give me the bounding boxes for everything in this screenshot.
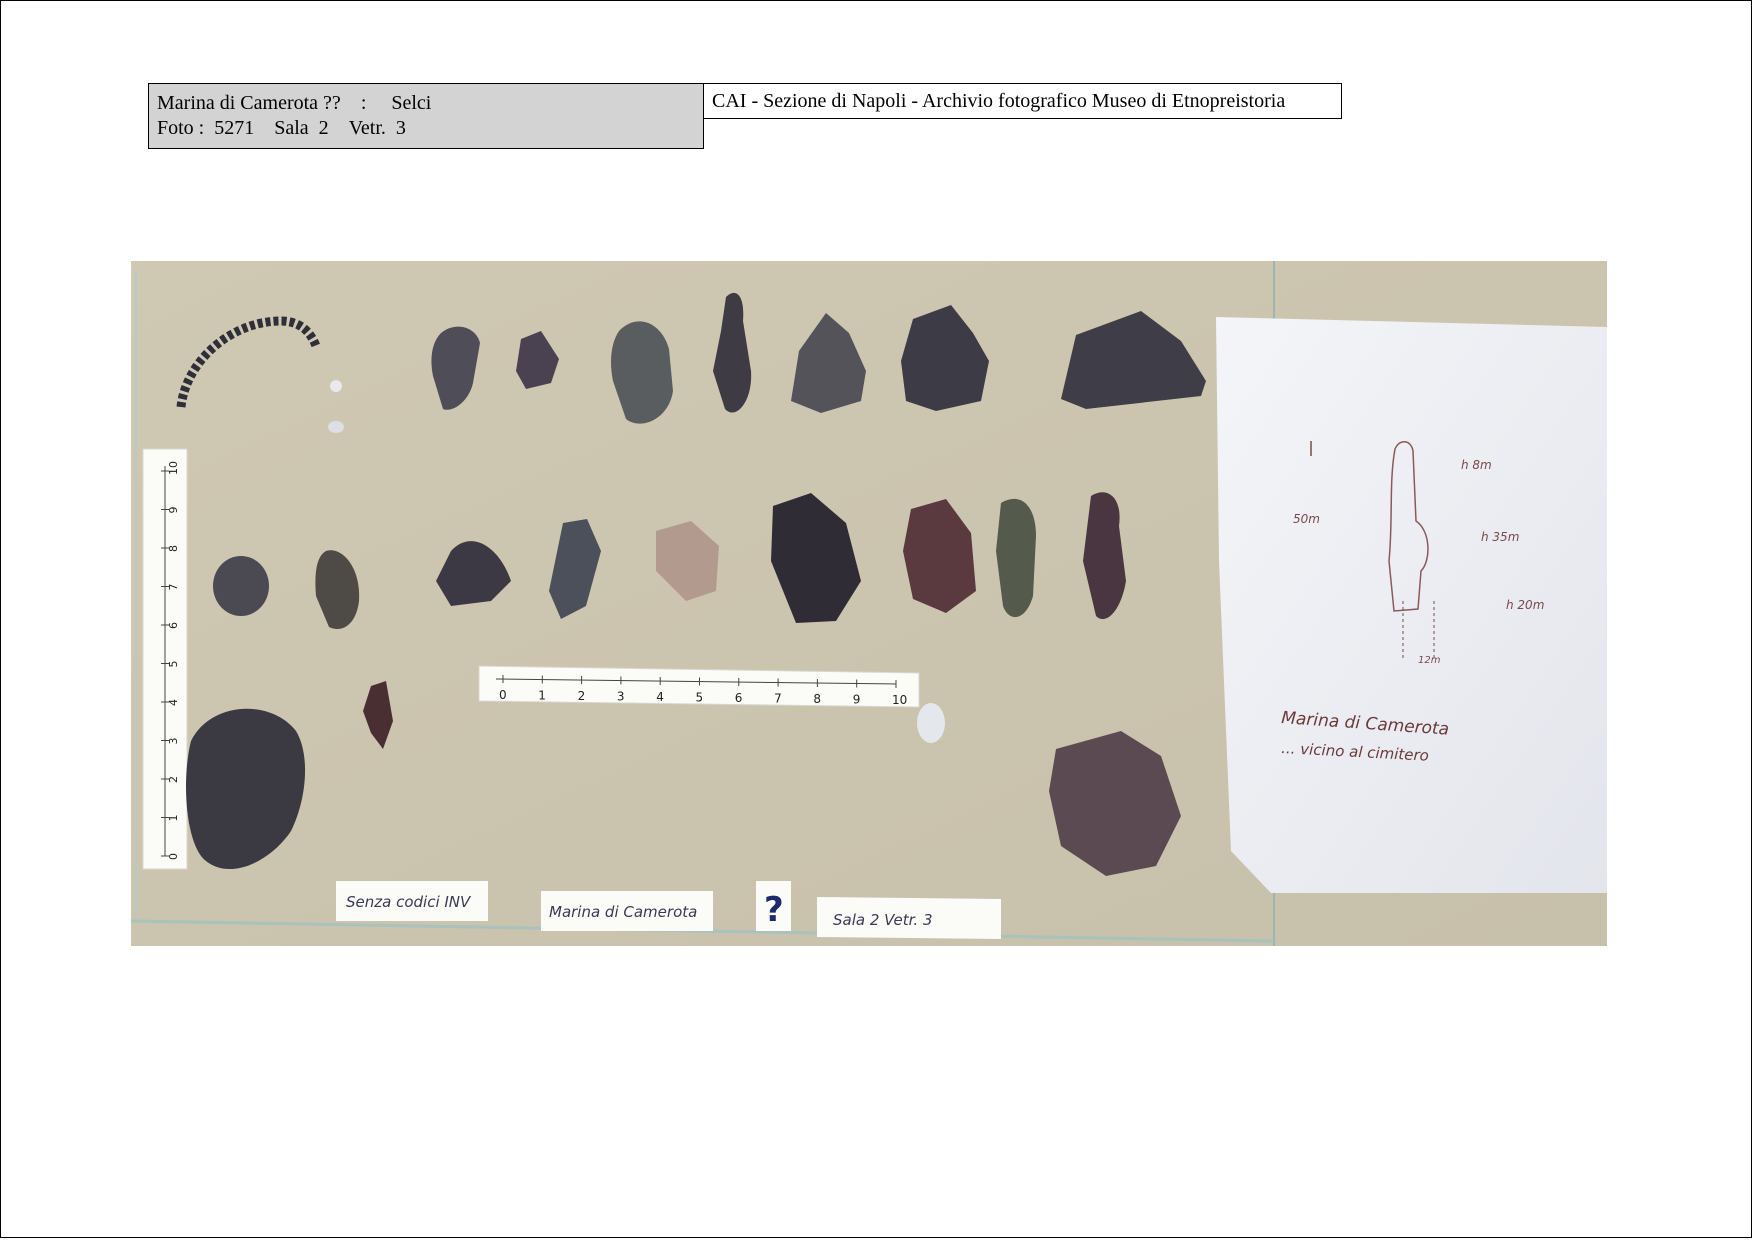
small-glass-fragment xyxy=(330,380,342,392)
archive-title: CAI - Sezione di Napoli - Archivio fotog… xyxy=(712,90,1286,112)
v-ruler-tick-label: 5 xyxy=(167,661,180,668)
caption-line-site: Marina di Camerota ?? : Selci xyxy=(157,91,695,116)
label-sala-text: Sala 2 Vetr. 3 xyxy=(833,911,933,929)
h-ruler-tick-label: 7 xyxy=(774,692,782,706)
v-ruler-tick-label: 6 xyxy=(167,622,180,629)
note-dim-h35: h 35m xyxy=(1481,530,1519,544)
sala-label: Sala 2 xyxy=(274,117,329,139)
handwritten-note: h 8m h 35m h 20m 50m 12m Marina di Camer… xyxy=(1216,317,1607,893)
v-ruler-tick-label: 7 xyxy=(167,584,180,591)
note-dim-50m: 50m xyxy=(1293,512,1320,526)
caption-line-foto: Foto : 5271 Sala 2 Vetr. 3 xyxy=(157,116,695,141)
material-name: Selci xyxy=(391,92,432,114)
label-question-text: ? xyxy=(764,890,784,930)
label-card-senza-codici: Senza codici INV xyxy=(336,881,488,921)
caption-separator: : xyxy=(360,92,367,114)
label-card-question: ? xyxy=(756,881,791,931)
v-ruler-tick-label: 3 xyxy=(167,738,180,745)
label-card-site: Marina di Camerota xyxy=(541,891,713,931)
artifact-photo: h 8m h 35m h 20m 50m 12m Marina di Camer… xyxy=(131,261,1607,946)
v-ruler-tick-label: 0 xyxy=(167,853,180,860)
v-ruler-tick-label: 1 xyxy=(167,815,180,822)
h-ruler-tick-label: 9 xyxy=(853,693,861,707)
h-ruler-tick-label: 0 xyxy=(499,688,507,702)
label-site-text: Marina di Camerota xyxy=(549,903,697,921)
v-ruler-tick-label: 9 xyxy=(167,507,180,514)
v-ruler-tick-label: 10 xyxy=(167,461,180,475)
h-ruler-tick-label: 4 xyxy=(656,690,664,704)
photo-caption-cell: Marina di Camerota ?? : Selci Foto : 527… xyxy=(148,83,704,149)
note-dim-12m: 12m xyxy=(1418,655,1441,666)
vetrina-label: Vetr. 3 xyxy=(348,117,406,139)
h-ruler-tick-label: 5 xyxy=(696,691,704,705)
flint-flake-8 xyxy=(213,556,269,616)
note-dim-h20: h 20m xyxy=(1506,598,1544,612)
h-ruler-tick-label: 2 xyxy=(578,689,586,703)
site-name: Marina di Camerota ?? xyxy=(157,92,341,114)
foto-label: Foto : xyxy=(157,117,205,139)
v-ruler-tick-label: 4 xyxy=(167,699,180,706)
foto-number: 5271 xyxy=(214,117,255,139)
vertical-ruler xyxy=(142,448,188,870)
label-senza-codici-text: Senza codici INV xyxy=(346,893,472,911)
glass-fragment-19 xyxy=(917,703,945,743)
archive-title-cell: CAI - Sezione di Napoli - Archivio fotog… xyxy=(703,83,1342,119)
v-ruler-tick-label: 8 xyxy=(167,545,180,552)
small-glass-fragment-2 xyxy=(328,421,344,433)
h-ruler-tick-label: 3 xyxy=(617,690,625,704)
label-card-sala: Sala 2 Vetr. 3 xyxy=(817,897,1001,939)
note-dim-h8: h 8m xyxy=(1461,458,1492,472)
h-ruler-tick-label: 6 xyxy=(735,691,743,705)
h-ruler-tick-label: 8 xyxy=(813,692,821,706)
v-ruler-tick-label: 2 xyxy=(167,776,180,783)
h-ruler-tick-label: 1 xyxy=(538,689,546,703)
h-ruler-tick-label: 10 xyxy=(892,693,907,707)
